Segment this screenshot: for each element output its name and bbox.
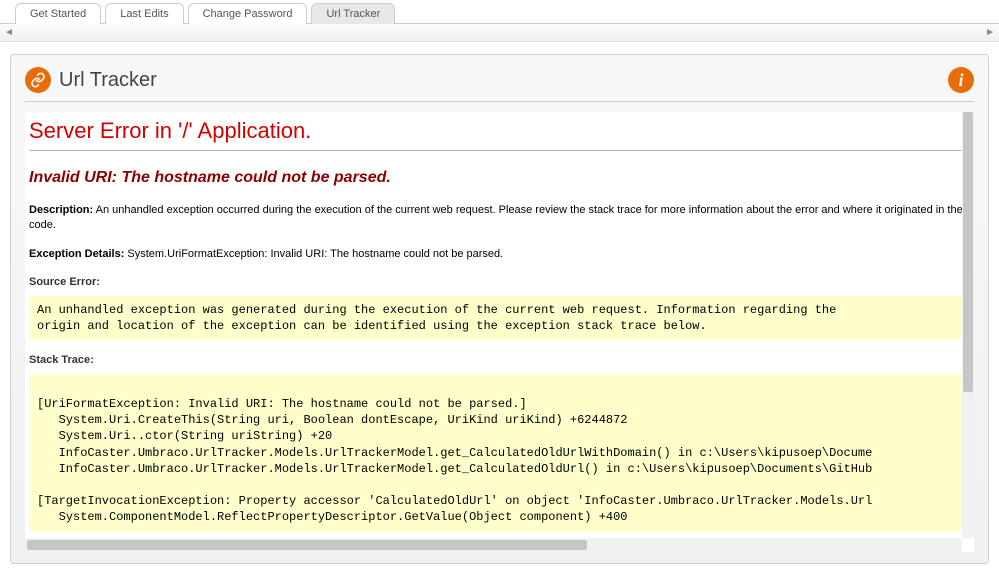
panel-title-wrap: Url Tracker (25, 67, 157, 93)
tabs-row: Get Started Last Edits Change Password U… (0, 0, 999, 24)
vertical-scrollbar[interactable] (962, 112, 974, 538)
tab-scroll-right[interactable]: ► (985, 27, 995, 38)
link-icon (25, 67, 51, 93)
error-content-frame: Server Error in '/' Application. Invalid… (25, 112, 974, 552)
error-description-label: Description: (29, 204, 93, 216)
tab-get-started[interactable]: Get Started (15, 3, 101, 24)
panel-wrap: Url Tracker i Server Error in '/' Applic… (0, 42, 999, 576)
tab-url-tracker[interactable]: Url Tracker (311, 3, 395, 24)
error-exception-details: Exception Details: System.UriFormatExcep… (29, 247, 964, 262)
error-description-text: An unhandled exception occurred during t… (29, 204, 963, 231)
error-details-label: Exception Details: (29, 248, 124, 260)
info-icon[interactable]: i (948, 67, 974, 93)
error-title: Server Error in '/' Application. (29, 118, 964, 144)
horizontal-scrollbar[interactable] (25, 538, 962, 552)
stack-trace-label: Stack Trace: (29, 354, 964, 366)
panel-title: Url Tracker (59, 69, 157, 92)
url-tracker-panel: Url Tracker i Server Error in '/' Applic… (10, 54, 989, 564)
tab-change-password[interactable]: Change Password (188, 3, 308, 24)
horizontal-scrollbar-thumb[interactable] (27, 540, 587, 550)
source-error-block: An unhandled exception was generated dur… (29, 296, 964, 340)
tab-scroll-left[interactable]: ◄ (4, 27, 14, 38)
panel-header: Url Tracker i (25, 67, 974, 102)
tab-last-edits[interactable]: Last Edits (105, 3, 183, 24)
source-error-label: Source Error: (29, 276, 964, 288)
error-subtitle: Invalid URI: The hostname could not be p… (29, 169, 964, 187)
vertical-scrollbar-thumb[interactable] (963, 112, 973, 392)
stack-trace-block: [UriFormatException: Invalid URI: The ho… (29, 374, 964, 532)
error-description: Description: An unhandled exception occu… (29, 203, 964, 233)
tab-scroll-strip: ◄ ► (0, 24, 999, 42)
error-details-text: System.UriFormatException: Invalid URI: … (124, 248, 503, 260)
error-content: Server Error in '/' Application. Invalid… (25, 112, 974, 532)
error-divider (29, 150, 964, 151)
